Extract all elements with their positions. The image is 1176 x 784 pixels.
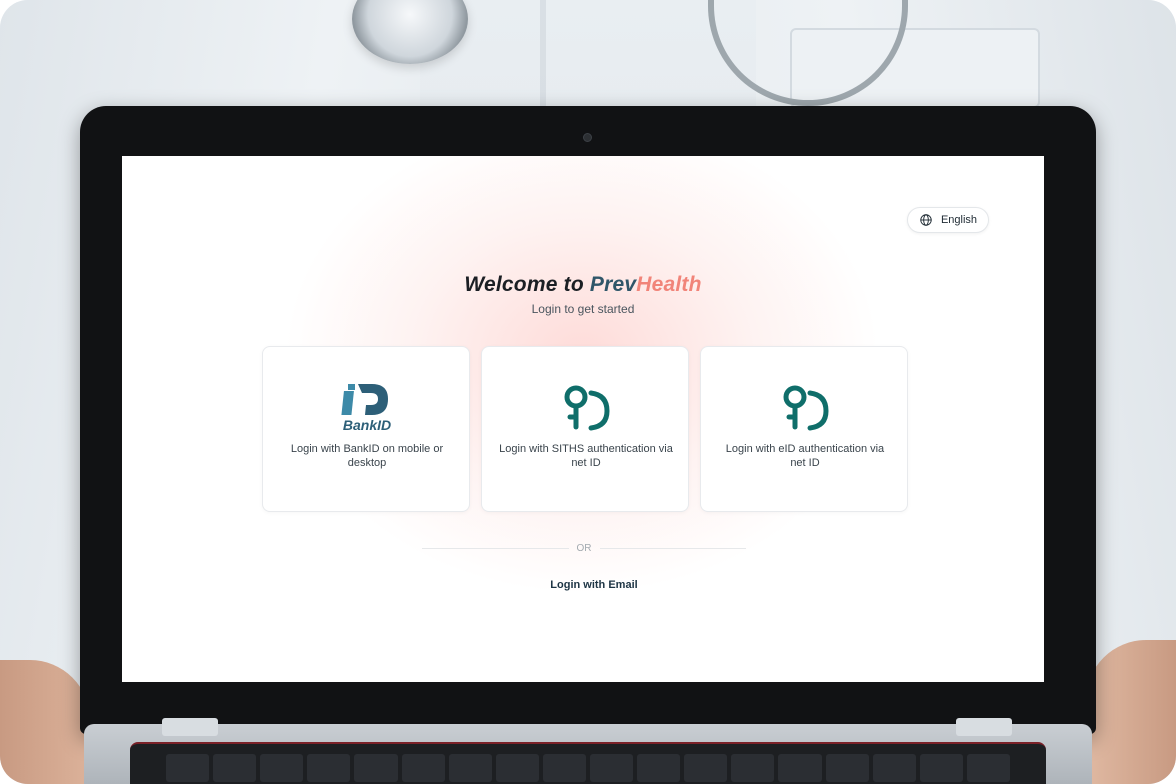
keyboard bbox=[130, 742, 1046, 784]
subtitle: Login to get started bbox=[531, 302, 635, 316]
net-id-icon bbox=[783, 385, 829, 431]
webcam bbox=[583, 133, 592, 142]
bankid-login-card[interactable]: BankID Login with BankID on mobile or de… bbox=[262, 346, 470, 512]
svg-text:BankID: BankID bbox=[343, 417, 391, 433]
bankid-login-label: Login with BankID on mobile or desktop bbox=[290, 443, 444, 469]
welcome-prefix: Welcome to bbox=[464, 273, 584, 296]
laptop-hinge bbox=[162, 718, 218, 736]
coat-seam bbox=[540, 0, 546, 110]
login-screen: English Welcome to PrevHealth Login to g… bbox=[122, 156, 1044, 682]
eid-login-card[interactable]: Login with eID authentication via net ID bbox=[700, 346, 908, 512]
or-text: OR bbox=[576, 542, 592, 554]
siths-login-label: Login with SITHS authentication via net … bbox=[499, 443, 673, 469]
brand-health: Health bbox=[636, 273, 702, 296]
or-divider: OR bbox=[422, 541, 746, 555]
globe-icon bbox=[920, 214, 932, 226]
language-selector[interactable]: English bbox=[907, 207, 989, 233]
laptop-hinge bbox=[956, 718, 1012, 736]
divider-line bbox=[599, 547, 746, 549]
divider-line bbox=[422, 547, 569, 549]
welcome-title: Welcome to PrevHealth bbox=[122, 273, 1044, 297]
siths-login-card[interactable]: Login with SITHS authentication via net … bbox=[481, 346, 689, 512]
right-hand bbox=[1086, 640, 1176, 784]
login-with-email-link[interactable]: Login with Email bbox=[122, 579, 1044, 591]
language-label: English bbox=[940, 214, 978, 226]
brand-prev: Prev bbox=[589, 273, 637, 296]
net-id-icon bbox=[564, 385, 610, 431]
brand-name: PrevHealth bbox=[590, 273, 702, 296]
eid-login-label: Login with eID authentication via net ID bbox=[725, 443, 885, 469]
bankid-logo-icon: BankID bbox=[341, 384, 391, 433]
